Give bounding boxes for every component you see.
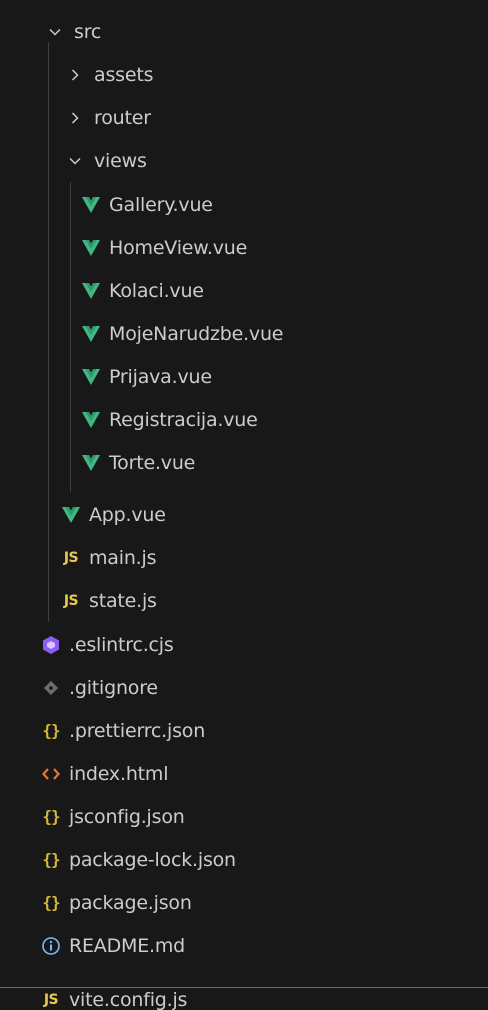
file-gallery-vue[interactable]: Gallery.vue bbox=[0, 183, 488, 226]
file-label: .gitignore bbox=[69, 676, 158, 699]
file-jsconfig[interactable]: {} jsconfig.json bbox=[0, 795, 488, 838]
chevron-right-icon bbox=[65, 108, 85, 128]
folder-label: src bbox=[74, 20, 102, 43]
file-app-vue[interactable]: App.vue bbox=[0, 493, 488, 536]
file-label: HomeView.vue bbox=[109, 236, 248, 259]
json-icon: {} bbox=[42, 850, 60, 869]
file-label: Gallery.vue bbox=[109, 193, 213, 216]
file-registracija-vue[interactable]: Registracija.vue bbox=[0, 398, 488, 441]
file-main-js[interactable]: JS main.js bbox=[0, 536, 488, 579]
chevron-right-icon bbox=[65, 65, 85, 85]
file-label: .eslintrc.cjs bbox=[69, 633, 174, 656]
eslint-icon bbox=[40, 634, 62, 656]
folder-label: assets bbox=[94, 63, 154, 86]
file-package-lock[interactable]: {} package-lock.json bbox=[0, 838, 488, 881]
file-label: jsconfig.json bbox=[69, 805, 185, 828]
chevron-down-icon bbox=[45, 22, 65, 42]
folder-label: router bbox=[94, 106, 151, 129]
json-icon: {} bbox=[42, 893, 60, 912]
file-label: state.js bbox=[89, 589, 157, 612]
file-readme[interactable]: README.md bbox=[0, 924, 488, 967]
file-homeview-vue[interactable]: HomeView.vue bbox=[0, 226, 488, 269]
file-package-json[interactable]: {} package.json bbox=[0, 881, 488, 924]
file-label: vite.config.js bbox=[69, 988, 188, 1010]
file-label: main.js bbox=[89, 546, 157, 569]
vue-icon bbox=[80, 452, 102, 474]
folder-label: views bbox=[94, 149, 147, 172]
file-kolaci-vue[interactable]: Kolaci.vue bbox=[0, 269, 488, 312]
file-prijava-vue[interactable]: Prijava.vue bbox=[0, 355, 488, 398]
chevron-down-icon bbox=[65, 151, 85, 171]
file-state-js[interactable]: JS state.js bbox=[0, 579, 488, 622]
vue-icon bbox=[60, 504, 82, 526]
folder-src[interactable]: src bbox=[0, 10, 488, 53]
file-explorer-tree: src assets router views Gallery.vue Home… bbox=[0, 0, 488, 1010]
git-icon bbox=[40, 677, 62, 699]
folder-views[interactable]: views bbox=[0, 139, 488, 182]
javascript-icon: JS bbox=[63, 549, 79, 566]
file-prettierrc[interactable]: {} .prettierrc.json bbox=[0, 709, 488, 752]
file-label: .prettierrc.json bbox=[69, 719, 206, 742]
file-label: package.json bbox=[69, 891, 192, 914]
file-label: Prijava.vue bbox=[109, 365, 212, 388]
file-eslintrc[interactable]: .eslintrc.cjs bbox=[0, 623, 488, 666]
file-label: Kolaci.vue bbox=[109, 279, 204, 302]
vue-icon bbox=[80, 280, 102, 302]
json-icon: {} bbox=[42, 721, 60, 740]
vue-icon bbox=[80, 194, 102, 216]
vue-icon bbox=[80, 366, 102, 388]
file-label: App.vue bbox=[89, 503, 166, 526]
json-icon: {} bbox=[42, 807, 60, 826]
javascript-icon: JS bbox=[43, 991, 59, 1008]
vue-icon bbox=[80, 409, 102, 431]
file-label: MojeNarudzbe.vue bbox=[109, 322, 284, 345]
vue-icon bbox=[80, 323, 102, 345]
file-torte-vue[interactable]: Torte.vue bbox=[0, 441, 488, 484]
file-mojenarudzbe-vue[interactable]: MojeNarudzbe.vue bbox=[0, 312, 488, 355]
vue-icon bbox=[80, 237, 102, 259]
file-label: index.html bbox=[69, 762, 169, 785]
file-label: Torte.vue bbox=[109, 451, 196, 474]
javascript-icon: JS bbox=[63, 592, 79, 609]
file-label: package-lock.json bbox=[69, 848, 236, 871]
folder-assets[interactable]: assets bbox=[0, 53, 488, 96]
file-index-html[interactable]: index.html bbox=[0, 752, 488, 795]
folder-router[interactable]: router bbox=[0, 96, 488, 139]
html-icon bbox=[40, 763, 62, 785]
info-icon bbox=[40, 935, 62, 957]
file-vite-config[interactable]: JS vite.config.js bbox=[0, 978, 488, 1010]
file-gitignore[interactable]: .gitignore bbox=[0, 666, 488, 709]
file-label: Registracija.vue bbox=[109, 408, 258, 431]
file-label: README.md bbox=[69, 934, 186, 957]
